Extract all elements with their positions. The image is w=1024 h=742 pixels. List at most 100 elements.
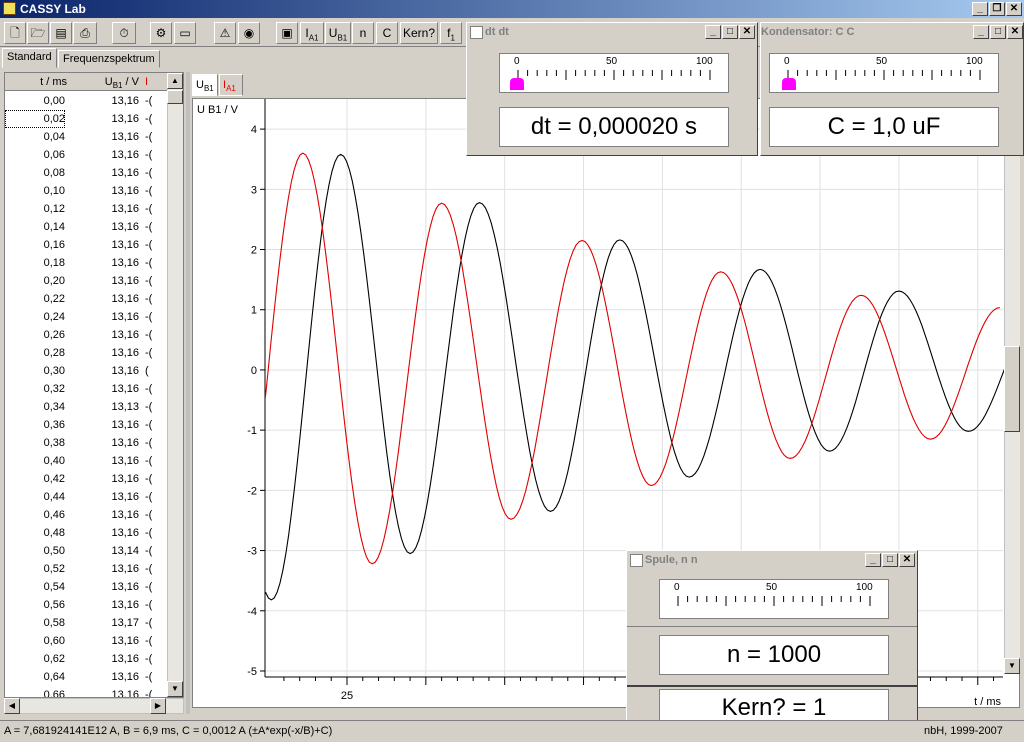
panel-spule-close-icon[interactable]: ✕ — [899, 553, 915, 567]
col-header-u[interactable]: UB1 / V — [85, 73, 139, 91]
table-row[interactable]: 0,40 13,16 -( — [5, 452, 169, 470]
table-row[interactable]: 0,28 13,16 -( — [5, 344, 169, 362]
table-row[interactable]: 0,34 13,13 -( — [5, 398, 169, 416]
panel-dt-close-icon[interactable]: ✕ — [739, 25, 755, 39]
table-row[interactable]: 0,04 13,16 -( — [5, 128, 169, 146]
table-row[interactable]: 0,52 13,16 -( — [5, 560, 169, 578]
save-file-icon[interactable]: ▤ — [50, 22, 72, 44]
window-icon[interactable]: ▣ — [276, 22, 298, 44]
f1-button[interactable]: f1 — [440, 22, 462, 44]
table-row[interactable]: 0,60 13,16 -( — [5, 632, 169, 650]
col-header-u-unit: / V — [125, 76, 139, 88]
table-cell: 13,16 — [111, 455, 139, 467]
measure-icon[interactable]: ◉ — [238, 22, 260, 44]
table-row[interactable]: 0,44 13,16 -( — [5, 488, 169, 506]
n-button[interactable]: n — [352, 22, 374, 44]
panel-c-slider-marker[interactable] — [782, 78, 796, 90]
table-row[interactable]: 0,26 13,16 -( — [5, 326, 169, 344]
table-cell: 0,50 — [43, 545, 65, 557]
table-row[interactable]: 0,10 13,16 -( — [5, 182, 169, 200]
table-row[interactable]: 0,58 13,17 -( — [5, 614, 169, 632]
table-row[interactable]: 0,64 13,16 -( — [5, 668, 169, 686]
table-row[interactable]: 0,18 13,16 -( — [5, 254, 169, 272]
table-row[interactable]: 0,24 13,16 -( — [5, 308, 169, 326]
table-row[interactable]: 0,08 13,16 -( — [5, 164, 169, 182]
table-row[interactable]: 0,54 13,16 -( — [5, 578, 169, 596]
table-cell: 13,16 — [111, 149, 139, 161]
splitter[interactable] — [186, 72, 190, 714]
col-header-t[interactable]: t / ms — [5, 73, 67, 91]
table-cell: -( — [145, 419, 153, 431]
plot-tab-ub1[interactable]: UB1 — [192, 74, 218, 96]
table-row[interactable]: 0,50 13,14 -( — [5, 542, 169, 560]
panel-spule-slider[interactable]: 0 50 100 — [659, 579, 889, 619]
table-row[interactable]: 0,30 13,16 ( — [5, 362, 169, 380]
panel-c-minimize-icon[interactable]: _ — [973, 25, 989, 39]
scroll-left-icon[interactable]: ◀ — [4, 698, 20, 714]
table-row[interactable]: 0,48 13,16 -( — [5, 524, 169, 542]
scroll-up-icon[interactable]: ▲ — [167, 73, 183, 89]
panel-spule-divider-2 — [627, 685, 917, 687]
table-row[interactable]: 0,56 13,16 -( — [5, 596, 169, 614]
panel-dt[interactable]: dt dt _ □ ✕ 0 50 100 dt = 0,000020 s — [466, 22, 758, 156]
stopwatch-icon[interactable]: ⏱ — [112, 22, 136, 44]
panel-kondensator[interactable]: Kondensator: C C _ □ ✕ 0 50 100 C = 1,0 … — [760, 22, 1024, 156]
y-tick-label: -1 — [247, 425, 257, 437]
open-file-icon[interactable]: 🗁 — [27, 22, 49, 44]
table-cell: -( — [145, 617, 153, 629]
table-cell: -( — [145, 257, 153, 269]
ia1-button[interactable]: IA1 — [300, 22, 324, 44]
table-row[interactable]: 0,36 13,16 -( — [5, 416, 169, 434]
panel-c-maximize-icon[interactable]: □ — [990, 25, 1006, 39]
minimize-icon[interactable]: _ — [972, 2, 988, 16]
y-tick-label: 0 — [251, 365, 257, 377]
table-row[interactable]: 0,42 13,16 -( — [5, 470, 169, 488]
panel-dt-minimize-icon[interactable]: _ — [705, 25, 721, 39]
plot-scroll-down-icon[interactable]: ▼ — [1004, 658, 1020, 674]
table-row[interactable]: 0,20 13,16 -( — [5, 272, 169, 290]
scroll-right-icon[interactable]: ▶ — [150, 698, 166, 714]
panel-spule[interactable]: Spule, n n _ □ ✕ 0 50 100 n = 1000 Kern?… — [626, 550, 918, 738]
table-row[interactable]: 0,32 13,16 -( — [5, 380, 169, 398]
table-row[interactable]: 0,14 13,16 -( — [5, 218, 169, 236]
table-row[interactable]: 0,38 13,16 -( — [5, 434, 169, 452]
table-row[interactable]: 0,00 13,16 -( — [5, 92, 169, 110]
panel-c-close-icon[interactable]: ✕ — [1007, 25, 1023, 39]
panel-dt-scale-0: 0 — [514, 56, 520, 67]
settings-icon[interactable]: ⚙ — [150, 22, 172, 44]
tab-standard[interactable]: Standard — [2, 48, 57, 68]
table-row[interactable]: 0,62 13,16 -( — [5, 650, 169, 668]
panel-dt-slider-marker[interactable] — [510, 78, 524, 90]
table-row[interactable]: 0,06 13,16 -( — [5, 146, 169, 164]
plot-tab-ia1[interactable]: IA1 — [219, 74, 243, 96]
kern-button[interactable]: Kern? — [400, 22, 438, 44]
panel-c-slider[interactable]: 0 50 100 — [769, 53, 999, 93]
data-table[interactable]: t / ms UB1 / V I 0,00 13,16 -(0,02 13,16 -(0… — [4, 72, 184, 698]
panel-spule-minimize-icon[interactable]: _ — [865, 553, 881, 567]
ub1-button[interactable]: UB1 — [325, 22, 351, 44]
plot-scroll-thumb[interactable] — [1004, 346, 1020, 432]
table-row[interactable]: 0,46 13,16 -( — [5, 506, 169, 524]
new-file-icon[interactable]: 🗋 — [4, 22, 26, 44]
panel-dt-slider[interactable]: 0 50 100 — [499, 53, 729, 93]
table-vscrollbar[interactable] — [167, 73, 183, 697]
panel-dt-maximize-icon[interactable]: □ — [722, 25, 738, 39]
scroll-thumb[interactable] — [167, 90, 183, 104]
panel-spule-maximize-icon[interactable]: □ — [882, 553, 898, 567]
print-icon[interactable]: ⎙ — [73, 22, 97, 44]
warning-icon[interactable]: ⚠ — [214, 22, 236, 44]
table-cell: 0,52 — [43, 563, 65, 575]
table-row[interactable]: 0,22 13,16 -( — [5, 290, 169, 308]
table-row[interactable]: 0,66 13,16 -( — [5, 686, 169, 697]
table-row[interactable]: 0,02 13,16 -( — [5, 110, 169, 128]
c-button[interactable]: C — [376, 22, 398, 44]
tab-frequenzspektrum[interactable]: Frequenzspektrum — [58, 50, 160, 68]
scroll-down-icon[interactable]: ▼ — [167, 681, 183, 697]
col-header-i[interactable]: I — [145, 73, 169, 91]
restore-icon[interactable]: ❐ — [989, 2, 1005, 16]
table-row[interactable]: 0,12 13,16 -( — [5, 200, 169, 218]
close-icon[interactable]: ✕ — [1006, 2, 1022, 16]
table-row[interactable]: 0,16 13,16 -( — [5, 236, 169, 254]
display-icon[interactable]: ▭ — [174, 22, 196, 44]
panel-spule-scale-0: 0 — [674, 582, 680, 593]
